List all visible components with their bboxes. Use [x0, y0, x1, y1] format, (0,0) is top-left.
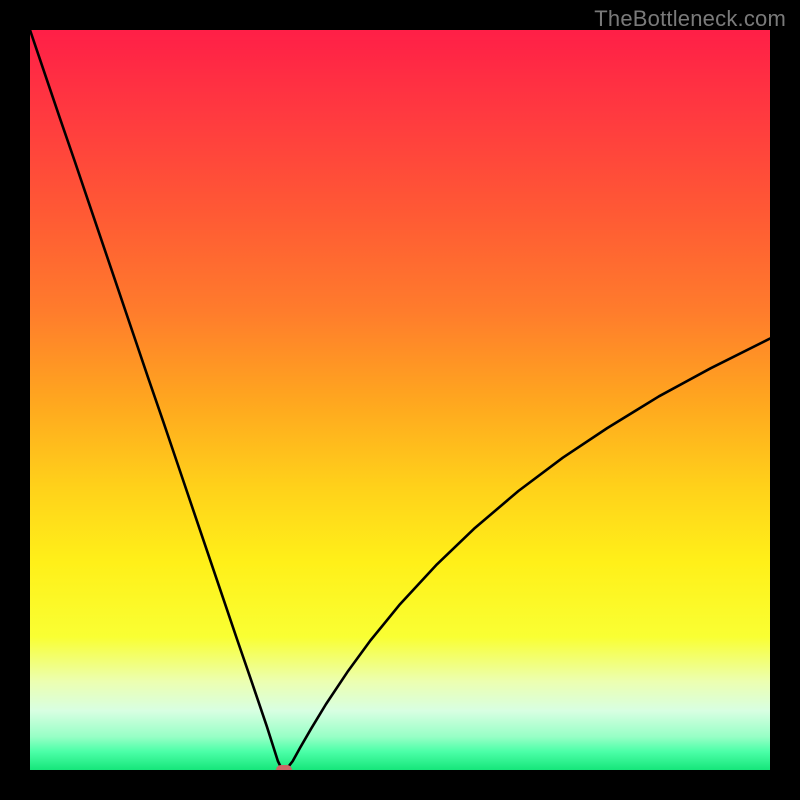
- background-gradient: [30, 30, 770, 770]
- chart-frame: { "watermark": "TheBottleneck.com", "mar…: [0, 0, 800, 800]
- plot-area: [30, 30, 770, 770]
- watermark-text: TheBottleneck.com: [594, 6, 786, 32]
